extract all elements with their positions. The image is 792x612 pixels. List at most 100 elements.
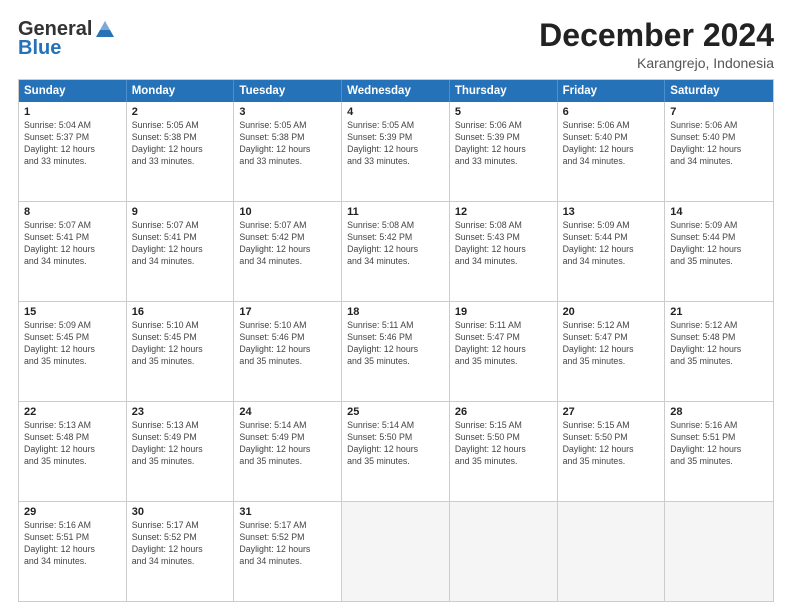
- day-info: Sunrise: 5:16 AM Sunset: 5:51 PM Dayligh…: [670, 420, 768, 468]
- day-info: Sunrise: 5:13 AM Sunset: 5:48 PM Dayligh…: [24, 420, 121, 468]
- calendar-day-21: 21 Sunrise: 5:12 AM Sunset: 5:48 PM Dayli…: [665, 302, 773, 401]
- day-number: 2: [132, 106, 229, 118]
- day-info: Sunrise: 5:05 AM Sunset: 5:38 PM Dayligh…: [239, 120, 336, 168]
- day-number: 9: [132, 206, 229, 218]
- day-info: Sunrise: 5:11 AM Sunset: 5:47 PM Dayligh…: [455, 320, 552, 368]
- day-number: 15: [24, 306, 121, 318]
- calendar-empty-cell: [342, 502, 450, 601]
- day-number: 6: [563, 106, 660, 118]
- calendar-day-25: 25 Sunrise: 5:14 AM Sunset: 5:50 PM Dayli…: [342, 402, 450, 501]
- header-day-thursday: Thursday: [450, 80, 558, 102]
- page-header: General Blue December 2024 Karangrejo, I…: [18, 18, 774, 71]
- calendar: SundayMondayTuesdayWednesdayThursdayFrid…: [18, 79, 774, 602]
- day-info: Sunrise: 5:05 AM Sunset: 5:38 PM Dayligh…: [132, 120, 229, 168]
- day-info: Sunrise: 5:07 AM Sunset: 5:41 PM Dayligh…: [132, 220, 229, 268]
- day-info: Sunrise: 5:14 AM Sunset: 5:50 PM Dayligh…: [347, 420, 444, 468]
- day-number: 25: [347, 406, 444, 418]
- day-number: 12: [455, 206, 552, 218]
- calendar-day-12: 12 Sunrise: 5:08 AM Sunset: 5:43 PM Dayli…: [450, 202, 558, 301]
- day-number: 7: [670, 106, 768, 118]
- day-number: 16: [132, 306, 229, 318]
- calendar-day-7: 7Sunrise: 5:06 AM Sunset: 5:40 PM Daylig…: [665, 102, 773, 201]
- day-number: 10: [239, 206, 336, 218]
- day-info: Sunrise: 5:12 AM Sunset: 5:48 PM Dayligh…: [670, 320, 768, 368]
- calendar-day-15: 15 Sunrise: 5:09 AM Sunset: 5:45 PM Dayli…: [19, 302, 127, 401]
- calendar-row-5: 29Sunrise: 5:16 AM Sunset: 5:51 PM Dayli…: [19, 501, 773, 601]
- calendar-day-29: 29Sunrise: 5:16 AM Sunset: 5:51 PM Dayli…: [19, 502, 127, 601]
- calendar-day-26: 26 Sunrise: 5:15 AM Sunset: 5:50 PM Dayli…: [450, 402, 558, 501]
- calendar-day-18: 18 Sunrise: 5:11 AM Sunset: 5:46 PM Dayli…: [342, 302, 450, 401]
- calendar-row-2: 8 Sunrise: 5:07 AM Sunset: 5:41 PM Daylig…: [19, 201, 773, 301]
- day-number: 17: [239, 306, 336, 318]
- calendar-day-1: 1Sunrise: 5:04 AM Sunset: 5:37 PM Daylig…: [19, 102, 127, 201]
- day-info: Sunrise: 5:14 AM Sunset: 5:49 PM Dayligh…: [239, 420, 336, 468]
- calendar-day-8: 8 Sunrise: 5:07 AM Sunset: 5:41 PM Daylig…: [19, 202, 127, 301]
- header-day-sunday: Sunday: [19, 80, 127, 102]
- day-info: Sunrise: 5:09 AM Sunset: 5:44 PM Dayligh…: [670, 220, 768, 268]
- day-number: 22: [24, 406, 121, 418]
- calendar-day-23: 23 Sunrise: 5:13 AM Sunset: 5:49 PM Dayli…: [127, 402, 235, 501]
- header-day-tuesday: Tuesday: [234, 80, 342, 102]
- logo-blue: Blue: [18, 37, 61, 60]
- calendar-day-19: 19 Sunrise: 5:11 AM Sunset: 5:47 PM Dayli…: [450, 302, 558, 401]
- day-number: 19: [455, 306, 552, 318]
- calendar-day-20: 20 Sunrise: 5:12 AM Sunset: 5:47 PM Dayli…: [558, 302, 666, 401]
- day-number: 5: [455, 106, 552, 118]
- day-info: Sunrise: 5:07 AM Sunset: 5:42 PM Dayligh…: [239, 220, 336, 268]
- day-info: Sunrise: 5:15 AM Sunset: 5:50 PM Dayligh…: [455, 420, 552, 468]
- calendar-day-11: 11 Sunrise: 5:08 AM Sunset: 5:42 PM Dayli…: [342, 202, 450, 301]
- calendar-empty-cell: [665, 502, 773, 601]
- day-number: 28: [670, 406, 768, 418]
- calendar-day-16: 16Sunrise: 5:10 AM Sunset: 5:45 PM Dayli…: [127, 302, 235, 401]
- title-area: December 2024 Karangrejo, Indonesia: [539, 18, 774, 71]
- day-info: Sunrise: 5:04 AM Sunset: 5:37 PM Dayligh…: [24, 120, 121, 168]
- calendar-day-14: 14Sunrise: 5:09 AM Sunset: 5:44 PM Dayli…: [665, 202, 773, 301]
- calendar-row-3: 15 Sunrise: 5:09 AM Sunset: 5:45 PM Dayli…: [19, 301, 773, 401]
- day-number: 8: [24, 206, 121, 218]
- day-number: 30: [132, 506, 229, 518]
- day-number: 20: [563, 306, 660, 318]
- day-number: 31: [239, 506, 336, 518]
- day-number: 21: [670, 306, 768, 318]
- calendar-empty-cell: [450, 502, 558, 601]
- day-info: Sunrise: 5:15 AM Sunset: 5:50 PM Dayligh…: [563, 420, 660, 468]
- calendar-day-3: 3Sunrise: 5:05 AM Sunset: 5:38 PM Daylig…: [234, 102, 342, 201]
- day-number: 26: [455, 406, 552, 418]
- day-info: Sunrise: 5:16 AM Sunset: 5:51 PM Dayligh…: [24, 520, 121, 568]
- day-number: 27: [563, 406, 660, 418]
- day-number: 11: [347, 206, 444, 218]
- calendar-day-24: 24 Sunrise: 5:14 AM Sunset: 5:49 PM Dayli…: [234, 402, 342, 501]
- logo-icon: [94, 19, 116, 41]
- day-number: 18: [347, 306, 444, 318]
- header-day-wednesday: Wednesday: [342, 80, 450, 102]
- day-info: Sunrise: 5:09 AM Sunset: 5:45 PM Dayligh…: [24, 320, 121, 368]
- calendar-day-17: 17Sunrise: 5:10 AM Sunset: 5:46 PM Dayli…: [234, 302, 342, 401]
- day-info: Sunrise: 5:09 AM Sunset: 5:44 PM Dayligh…: [563, 220, 660, 268]
- calendar-day-9: 9 Sunrise: 5:07 AM Sunset: 5:41 PM Daylig…: [127, 202, 235, 301]
- location-subtitle: Karangrejo, Indonesia: [539, 55, 774, 71]
- header-day-saturday: Saturday: [665, 80, 773, 102]
- day-number: 13: [563, 206, 660, 218]
- day-info: Sunrise: 5:17 AM Sunset: 5:52 PM Dayligh…: [239, 520, 336, 568]
- day-info: Sunrise: 5:08 AM Sunset: 5:43 PM Dayligh…: [455, 220, 552, 268]
- calendar-day-31: 31 Sunrise: 5:17 AM Sunset: 5:52 PM Dayli…: [234, 502, 342, 601]
- calendar-day-5: 5 Sunrise: 5:06 AM Sunset: 5:39 PM Daylig…: [450, 102, 558, 201]
- calendar-day-13: 13 Sunrise: 5:09 AM Sunset: 5:44 PM Dayli…: [558, 202, 666, 301]
- calendar-day-28: 28 Sunrise: 5:16 AM Sunset: 5:51 PM Dayli…: [665, 402, 773, 501]
- day-info: Sunrise: 5:11 AM Sunset: 5:46 PM Dayligh…: [347, 320, 444, 368]
- day-number: 23: [132, 406, 229, 418]
- day-number: 24: [239, 406, 336, 418]
- day-info: Sunrise: 5:06 AM Sunset: 5:39 PM Dayligh…: [455, 120, 552, 168]
- calendar-row-4: 22 Sunrise: 5:13 AM Sunset: 5:48 PM Dayli…: [19, 401, 773, 501]
- calendar-header: SundayMondayTuesdayWednesdayThursdayFrid…: [19, 80, 773, 102]
- day-info: Sunrise: 5:08 AM Sunset: 5:42 PM Dayligh…: [347, 220, 444, 268]
- day-info: Sunrise: 5:12 AM Sunset: 5:47 PM Dayligh…: [563, 320, 660, 368]
- calendar-row-1: 1Sunrise: 5:04 AM Sunset: 5:37 PM Daylig…: [19, 102, 773, 201]
- calendar-empty-cell: [558, 502, 666, 601]
- day-info: Sunrise: 5:07 AM Sunset: 5:41 PM Dayligh…: [24, 220, 121, 268]
- calendar-day-30: 30Sunrise: 5:17 AM Sunset: 5:52 PM Dayli…: [127, 502, 235, 601]
- calendar-body: 1Sunrise: 5:04 AM Sunset: 5:37 PM Daylig…: [19, 102, 773, 601]
- day-info: Sunrise: 5:13 AM Sunset: 5:49 PM Dayligh…: [132, 420, 229, 468]
- day-number: 4: [347, 106, 444, 118]
- calendar-day-10: 10 Sunrise: 5:07 AM Sunset: 5:42 PM Dayli…: [234, 202, 342, 301]
